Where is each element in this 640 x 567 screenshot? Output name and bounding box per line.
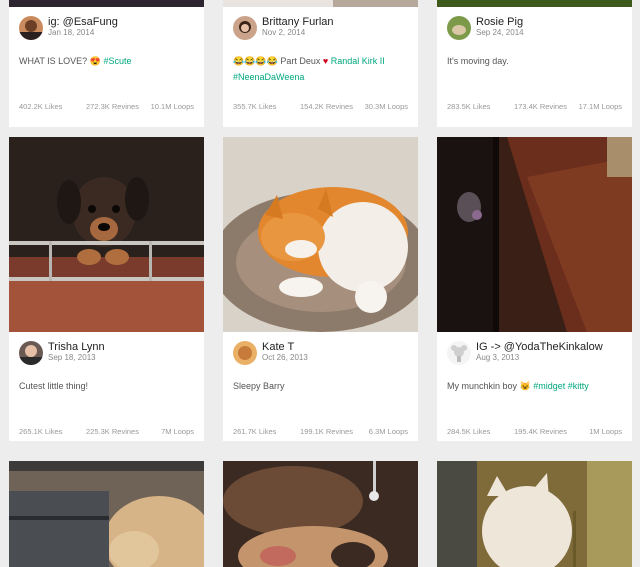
loops-count: 1M Loops (589, 427, 622, 436)
video-thumbnail[interactable] (223, 0, 418, 7)
video-thumbnail[interactable] (437, 137, 632, 332)
user-avatar[interactable] (19, 341, 43, 365)
video-thumbnail[interactable] (9, 461, 204, 567)
post-card[interactable]: Trisha Lynn Sep 18, 2013 Cutest little t… (9, 137, 204, 441)
post-date: Aug 3, 2013 (476, 353, 520, 362)
username[interactable]: Brittany Furlan (262, 16, 334, 28)
username[interactable]: IG -> @YodaTheKinkalow (476, 341, 603, 353)
post-date: Oct 26, 2013 (262, 353, 308, 362)
post-caption: My munchkin boy 😺 #midget #kitty (447, 381, 589, 391)
likes-count: 402.2K Likes (19, 102, 63, 111)
post-caption: 😂😂😂😂 Part Deux ♥ Randal Kirk II #NeenaDaW… (233, 56, 385, 82)
post-caption: It's moving day. (447, 56, 509, 66)
video-thumbnail[interactable] (9, 137, 204, 332)
post-card[interactable]: Rosie Pig Sep 24, 2014 It's moving day. … (437, 0, 632, 127)
post-card[interactable]: Kate T Oct 26, 2013 Sleepy Barry 261.7K … (223, 137, 418, 441)
username[interactable]: Rosie Pig (476, 16, 523, 28)
post-date: Sep 24, 2014 (476, 28, 524, 37)
post-caption: Sleepy Barry (233, 381, 285, 391)
loops-count: 6.3M Loops (368, 427, 408, 436)
post-date: Nov 2, 2014 (262, 28, 306, 37)
user-avatar[interactable] (447, 341, 471, 365)
loops-count: 30.3M Loops (364, 102, 408, 111)
likes-count: 284.5K Likes (447, 427, 491, 436)
hashtag-link[interactable]: #Scute (103, 56, 131, 66)
video-thumbnail[interactable] (9, 0, 204, 7)
emoji: 😍 (89, 56, 101, 66)
post-card[interactable]: Brittany Furlan Nov 2, 2014 😂😂😂😂 Part De… (223, 0, 418, 127)
revines-count: 225.3K Revines (86, 427, 139, 436)
post-date: Sep 18, 2013 (48, 353, 96, 362)
post-card[interactable]: ig: @EsaFung Jan 18, 2014 WHAT IS LOVE? … (9, 0, 204, 127)
revines-count: 195.4K Revines (514, 427, 567, 436)
mention-link[interactable]: Randal Kirk II (331, 56, 385, 66)
username[interactable]: ig: @EsaFung (48, 16, 118, 28)
loops-count: 10.1M Loops (150, 102, 194, 111)
likes-count: 265.1K Likes (19, 427, 63, 436)
hashtag-link[interactable]: #midget #kitty (533, 381, 589, 391)
username[interactable]: Kate T (262, 341, 294, 353)
revines-count: 272.3K Revines (86, 102, 139, 111)
emoji: 😂😂😂😂 (233, 56, 278, 66)
user-avatar[interactable] (233, 341, 257, 365)
post-card[interactable] (437, 461, 632, 567)
likes-count: 261.7K Likes (233, 427, 277, 436)
likes-count: 283.5K Likes (447, 102, 491, 111)
post-card[interactable] (9, 461, 204, 567)
video-thumbnail[interactable] (223, 461, 418, 567)
user-avatar[interactable] (19, 16, 43, 40)
post-caption: WHAT IS LOVE? 😍 #Scute (19, 56, 132, 66)
post-card[interactable] (223, 461, 418, 567)
post-card[interactable]: IG -> @YodaTheKinkalow Aug 3, 2013 My mu… (437, 137, 632, 441)
video-thumbnail[interactable] (223, 137, 418, 332)
user-avatar[interactable] (233, 16, 257, 40)
post-date: Jan 18, 2014 (48, 28, 95, 37)
username[interactable]: Trisha Lynn (48, 341, 105, 353)
hashtag-link[interactable]: #NeenaDaWeena (233, 72, 304, 82)
likes-count: 355.7K Likes (233, 102, 277, 111)
emoji: 😺 (519, 381, 531, 391)
video-thumbnail[interactable] (437, 0, 632, 7)
loops-count: 7M Loops (161, 427, 194, 436)
revines-count: 173.4K Revines (514, 102, 567, 111)
video-thumbnail[interactable] (437, 461, 632, 567)
loops-count: 17.1M Loops (578, 102, 622, 111)
post-caption: Cutest little thing! (19, 381, 89, 391)
heart-icon: ♥ (322, 56, 329, 66)
user-avatar[interactable] (447, 16, 471, 40)
revines-count: 199.1K Revines (300, 427, 353, 436)
revines-count: 154.2K Revines (300, 102, 353, 111)
